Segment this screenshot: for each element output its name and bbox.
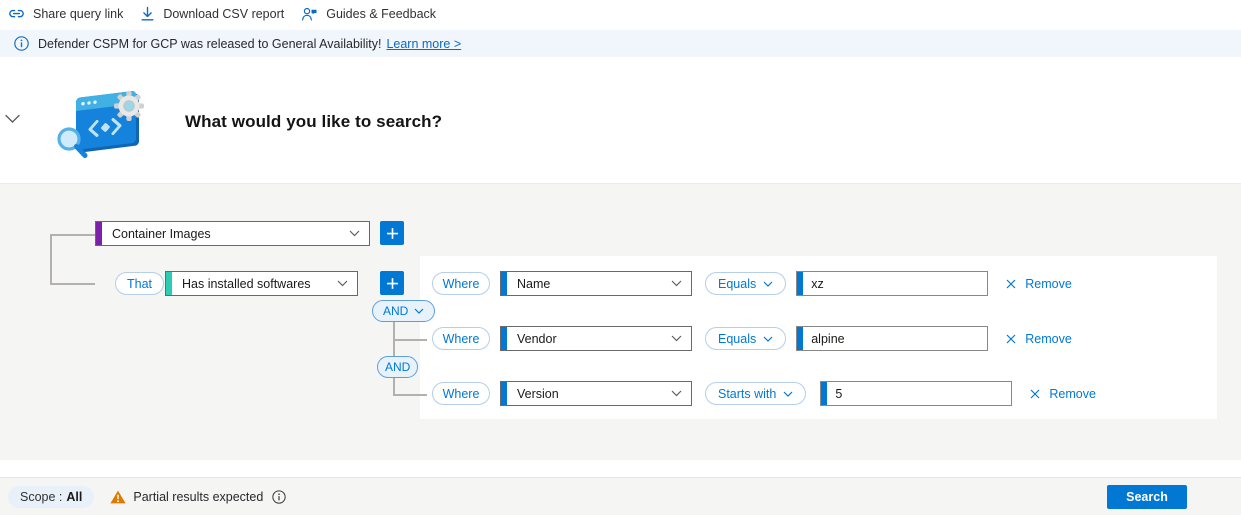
condition-value-input[interactable] [821,382,1012,405]
chevron-down-icon [783,391,793,397]
field-accent-bar [501,272,507,295]
remove-label: Remove [1025,276,1072,291]
chevron-down-icon [671,390,691,397]
connector-line [50,234,95,236]
operator-dropdown[interactable]: Equals [705,272,787,295]
query-builder-panel: Container Images That Has installed soft… [0,183,1241,460]
remove-condition-button[interactable]: Remove [1006,277,1072,291]
guides-feedback-label: Guides & Feedback [326,6,437,21]
close-icon [1030,389,1040,398]
search-button[interactable]: Search [1107,484,1187,509]
relation-select[interactable]: Has installed softwares [165,271,358,296]
scope-label: Scope : [20,489,63,504]
connector-line [393,339,427,341]
partial-results-warning: Partial results expected [110,490,286,504]
close-icon [1006,334,1016,343]
condition-value-input[interactable] [797,327,988,350]
field-select[interactable]: Name [500,271,692,296]
condition-value-input[interactable] [797,272,988,295]
page-title: What would you like to search? [185,112,443,131]
download-csv-report-button[interactable]: Download CSV report [140,6,284,22]
field-select[interactable]: Vendor [500,326,692,351]
connector-line [393,394,427,396]
relation-accent-bar [166,272,172,295]
download-icon [141,6,154,21]
chevron-down-icon [763,336,773,342]
condition-row: Where Version Starts with Remove [432,381,1096,406]
remove-condition-button[interactable]: Remove [1006,332,1072,346]
where-pill: Where [432,272,490,295]
chevron-down-icon [671,280,691,287]
chevron-down-icon [763,281,773,287]
and-operator-badge[interactable]: AND [377,356,419,378]
scope-value: All [66,489,83,504]
entity-type-select[interactable]: Container Images [95,221,370,246]
remove-label: Remove [1025,331,1072,346]
field-value: Version [517,386,559,401]
scope-selector[interactable]: Scope : All [8,485,95,508]
chevron-down-icon [337,280,357,287]
condition-value-field [820,381,1013,406]
condition-row: Where Name Equals Remove [432,271,1072,296]
field-select[interactable]: Version [500,381,692,406]
info-icon [14,36,29,51]
remove-label: Remove [1049,386,1096,401]
where-pill: Where [432,382,490,405]
and-label: AND [383,304,409,318]
operator-value: Equals [718,331,757,346]
info-icon[interactable] [272,489,286,504]
guides-feedback-button[interactable]: Guides & Feedback [301,6,436,22]
field-value: Vendor [517,331,557,346]
and-label: AND [385,360,411,374]
remove-condition-button[interactable]: Remove [1030,387,1096,401]
chevron-down-icon [414,308,424,314]
connector-line [50,234,52,284]
that-label: That [127,276,153,291]
search-illustration [57,91,144,158]
cloud-security-explorer-page: Share query link Download CSV report Gui… [0,0,1241,515]
and-operator-dropdown[interactable]: AND [372,300,436,322]
link-icon [9,9,24,18]
operator-value: Starts with [718,386,777,401]
where-pill: Where [432,327,490,350]
banner-message: Defender CSPM for GCP was released to Ge… [38,36,382,51]
close-icon [1006,279,1016,288]
plus-icon [386,227,398,239]
add-entity-button[interactable] [380,221,404,245]
gear-shape [114,91,144,121]
condition-value-field [796,271,989,296]
entity-type-value: Container Images [112,226,211,241]
download-csv-report-label: Download CSV report [163,6,285,21]
condition-row: Where Vendor Equals Remove [432,326,1072,351]
field-accent-bar [501,382,507,405]
entity-accent-bar [96,222,102,245]
warning-label: Partial results expected [133,489,264,504]
share-query-link-button[interactable]: Share query link [8,5,123,22]
operator-value: Equals [718,276,757,291]
field-value: Name [517,276,551,291]
command-bar: Share query link Download CSV report Gui… [0,0,1241,27]
that-pill: That [115,272,165,295]
footer-bar: Scope : All Partial results expected Sea… [0,477,1241,515]
connector-line [50,283,95,285]
input-accent-bar [797,272,804,295]
chevron-down-icon [349,230,369,237]
chevron-down-icon [671,335,691,342]
info-banner: Defender CSPM for GCP was released to Ge… [0,30,1241,57]
input-accent-bar [797,327,804,350]
collapse-chevron-icon[interactable] [5,114,20,124]
field-accent-bar [501,327,507,350]
add-condition-button[interactable] [380,271,404,295]
feedback-icon [302,7,317,20]
operator-dropdown[interactable]: Starts with [705,382,807,405]
input-accent-bar [821,382,828,405]
relation-value: Has installed softwares [182,276,311,291]
condition-value-field [796,326,989,351]
operator-dropdown[interactable]: Equals [705,327,787,350]
learn-more-link[interactable]: Learn more > [386,37,461,51]
warning-icon [110,490,126,503]
share-query-link-label: Share query link [33,6,124,21]
plus-icon [386,277,398,289]
